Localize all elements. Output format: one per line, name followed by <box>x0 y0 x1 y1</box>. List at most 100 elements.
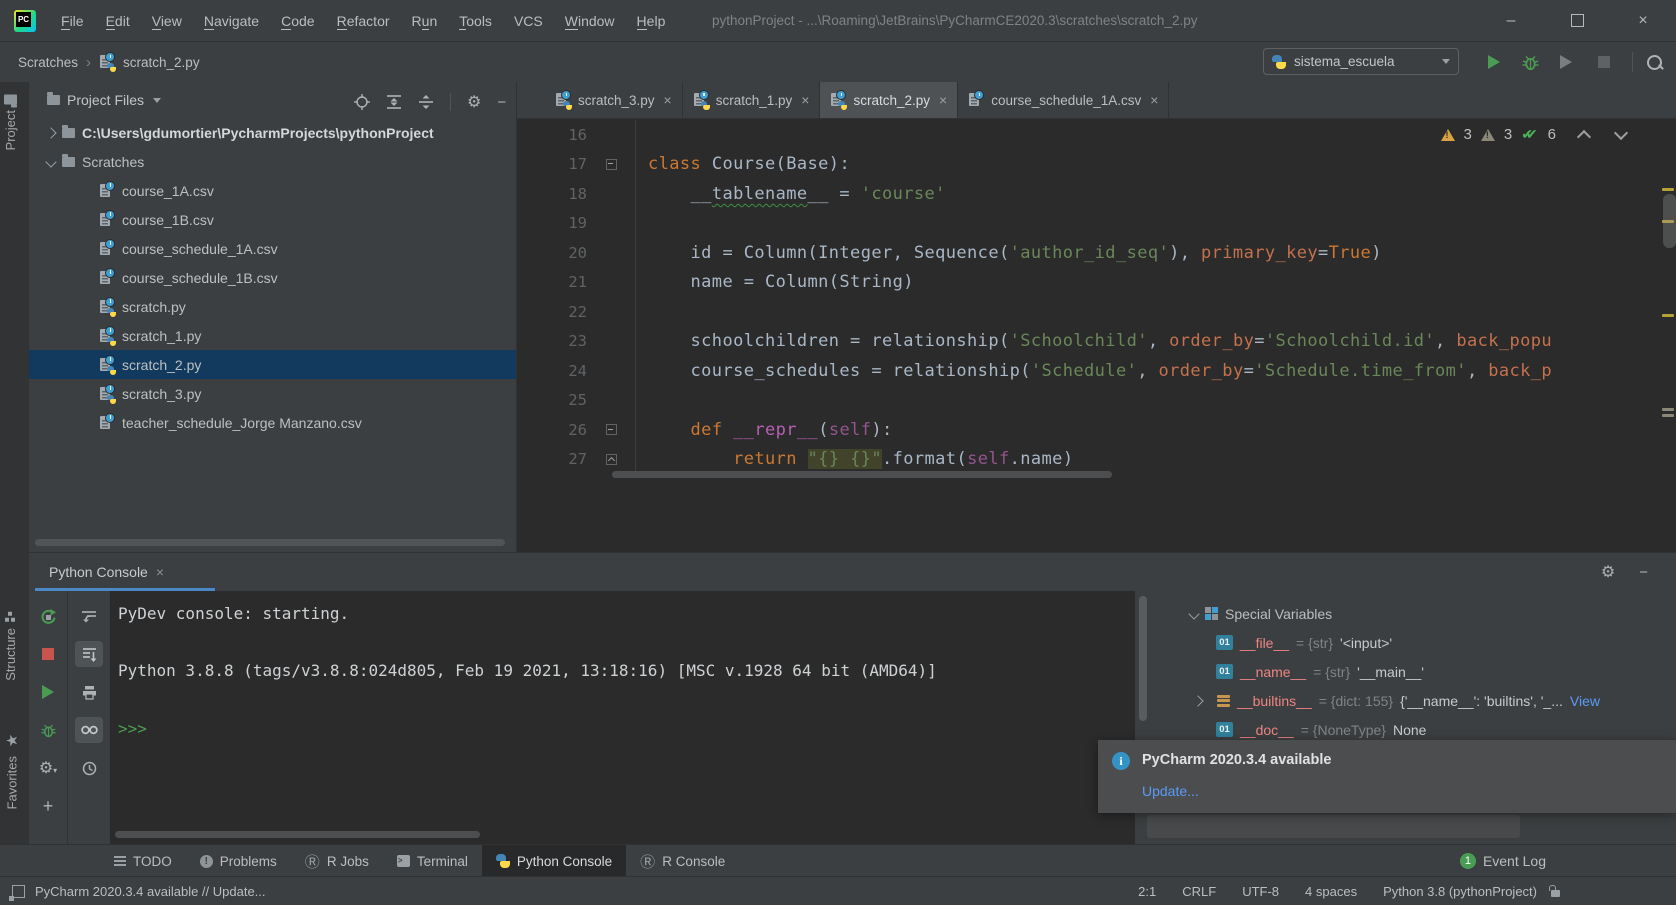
locate-button[interactable] <box>354 94 370 110</box>
restore-layout-icon[interactable] <box>9 884 25 901</box>
stripe-weak-mark[interactable] <box>1662 414 1674 417</box>
stripe-warning-mark[interactable] <box>1662 314 1674 317</box>
tree-file-course-1b-csv[interactable]: course_1B.csv <box>29 205 516 234</box>
tree-root-row[interactable]: C:\Users\gdumortier\PycharmProjects\pyth… <box>29 118 516 147</box>
status-caret-position[interactable]: 2:1 <box>1138 884 1156 899</box>
menu-refactor[interactable]: Refactor <box>328 9 399 33</box>
maximize-button[interactable] <box>1544 0 1610 41</box>
execute-button[interactable] <box>34 679 62 705</box>
code-line[interactable]: 22 <box>517 297 1658 327</box>
fold-marker-icon[interactable] <box>605 424 617 436</box>
run-button[interactable] <box>1482 50 1506 74</box>
editor-tab-scratch-1-py[interactable]: scratch_1.py × <box>683 82 821 118</box>
console-tab[interactable]: Python Console × <box>39 553 174 591</box>
close-icon[interactable]: × <box>939 92 947 108</box>
editor-tab-course-schedule-1a-csv[interactable]: course_schedule_1A.csv × <box>958 82 1170 118</box>
search-everywhere-button[interactable] <box>1642 50 1666 74</box>
stop-button[interactable] <box>1592 50 1616 74</box>
tool-window-button-python-console[interactable]: Python Console <box>481 845 627 877</box>
status-encoding[interactable]: UTF-8 <box>1242 884 1279 899</box>
console-settings-button[interactable]: ⚙▾ <box>34 755 62 781</box>
stripe-warning-mark[interactable] <box>1662 188 1674 191</box>
event-log-button[interactable]: 1 Event Log <box>1459 845 1676 877</box>
code-line[interactable]: 18 __tablename__ = 'course' <box>517 179 1658 209</box>
tree-file-course-1a-csv[interactable]: course_1A.csv <box>29 176 516 205</box>
tree-file-scratch-3-py[interactable]: scratch_3.py <box>29 379 516 408</box>
menu-run[interactable]: Run <box>403 9 447 33</box>
chevron-right-icon[interactable] <box>1192 694 1204 707</box>
tool-window-button-r-console[interactable]: Ⓡ R Console <box>626 845 739 877</box>
vertical-scrollbar[interactable] <box>1139 596 1147 721</box>
status-line-endings[interactable]: CRLF <box>1182 884 1216 899</box>
print-button[interactable] <box>75 679 103 705</box>
tree-file-scratch-1-py[interactable]: scratch_1.py <box>29 321 516 350</box>
collapse-all-button[interactable] <box>418 94 434 110</box>
run-with-coverage-button[interactable] <box>1554 50 1578 74</box>
editor-horizontal-scrollbar[interactable] <box>612 471 1112 478</box>
horizontal-scrollbar[interactable] <box>35 539 505 546</box>
breadcrumb-item[interactable]: Scratches <box>18 55 78 70</box>
new-console-button[interactable]: + <box>34 793 62 819</box>
view-link[interactable]: View <box>1570 693 1600 709</box>
code-line[interactable]: 21 name = Column(String) <box>517 267 1658 297</box>
variables-header-row[interactable]: Special Variables <box>1152 599 1676 628</box>
status-message[interactable]: PyCharm 2020.3.4 available // Update... <box>35 884 266 899</box>
editor-tab-scratch-2-py[interactable]: scratch_2.py × <box>820 82 959 118</box>
tree-file-course-schedule-1b-csv[interactable]: course_schedule_1B.csv <box>29 263 516 292</box>
menu-tools[interactable]: Tools <box>450 9 501 33</box>
tool-button-structure[interactable]: Structure <box>3 612 18 681</box>
debug-button[interactable] <box>1518 50 1542 74</box>
menu-vcs[interactable]: VCS <box>505 9 552 33</box>
settings-icon[interactable]: ⚙ <box>1601 562 1615 582</box>
update-notification[interactable]: i PyCharm 2020.3.4 available Update... <box>1098 740 1676 813</box>
attach-debugger-button[interactable] <box>34 717 62 743</box>
tool-button-project[interactable]: Project <box>3 94 18 150</box>
code-line[interactable]: 27 return "{} {}".format(self.name) <box>517 444 1658 474</box>
menu-edit[interactable]: Edit <box>97 9 139 33</box>
stop-console-button[interactable] <box>34 641 62 667</box>
tool-window-button-todo[interactable]: TODO <box>100 845 186 877</box>
code-line[interactable]: 23 schoolchildren = relationship('School… <box>517 326 1658 356</box>
tree-file-course-schedule-1a-csv[interactable]: course_schedule_1A.csv <box>29 234 516 263</box>
run-config-select[interactable]: sistema_escuela <box>1263 48 1459 75</box>
hide-panel-button[interactable]: − <box>497 94 506 111</box>
menu-file[interactable]: File <box>52 9 93 33</box>
tool-button-favorites[interactable]: Favorites ★ <box>3 732 21 809</box>
console-horizontal-scrollbar[interactable] <box>115 831 480 838</box>
stripe-weak-mark[interactable] <box>1662 408 1674 411</box>
menu-navigate[interactable]: Navigate <box>195 9 268 33</box>
fold-marker-icon[interactable] <box>605 453 617 465</box>
show-variables-button[interactable] <box>75 717 103 743</box>
minimize-button[interactable]: – <box>1478 0 1544 41</box>
settings-icon[interactable]: ⚙ <box>467 92 481 112</box>
code-line[interactable]: 20 id = Column(Integer, Sequence('author… <box>517 238 1658 268</box>
update-link[interactable]: Update... <box>1142 783 1199 799</box>
menu-window[interactable]: Window <box>556 9 624 33</box>
close-icon[interactable]: × <box>664 92 672 108</box>
history-button[interactable] <box>75 755 103 781</box>
tool-window-button-problems[interactable]: ! Problems <box>186 845 291 877</box>
editor-vertical-scrollbar[interactable] <box>1663 194 1676 248</box>
close-button[interactable]: × <box>1610 0 1676 41</box>
code-line[interactable]: 17 class Course(Base): <box>517 149 1658 179</box>
hide-panel-button[interactable]: − <box>1639 564 1648 581</box>
close-icon[interactable]: × <box>156 564 164 580</box>
fold-marker-icon[interactable] <box>605 158 617 170</box>
code-line[interactable]: 24 course_schedules = relationship('Sche… <box>517 356 1658 386</box>
unlock-icon[interactable] <box>1549 884 1560 897</box>
variable-row[interactable]: 01 __name__ = {str} '__main__' <box>1152 657 1676 686</box>
tree-file-scratch-py[interactable]: scratch.py <box>29 292 516 321</box>
code-line[interactable]: 16 <box>517 120 1658 150</box>
console-output[interactable]: PyDev console: starting. Python 3.8.8 (ta… <box>110 591 1164 846</box>
code-view[interactable]: 16 17 class Course(Base): 18 __tablename__ … <box>517 120 1658 474</box>
variable-row[interactable]: __builtins__ = {dict: 155} {'__name__': 'b… <box>1152 686 1676 715</box>
breadcrumb-item[interactable]: scratch_2.py <box>123 55 200 70</box>
tool-window-button-r-jobs[interactable]: Ⓡ R Jobs <box>291 845 383 877</box>
tree-file-scratch-2-py[interactable]: scratch_2.py <box>29 350 516 379</box>
code-line[interactable]: 26 def __repr__(self): <box>517 415 1658 445</box>
tree-file-teacher-schedule-jorge-manzano-csv[interactable]: teacher_schedule_Jorge Manzano.csv <box>29 408 516 437</box>
status-python-interpreter[interactable]: Python 3.8 (pythonProject) <box>1383 884 1537 899</box>
status-indent-style[interactable]: 4 spaces <box>1305 884 1357 899</box>
menu-view[interactable]: View <box>143 9 191 33</box>
menu-help[interactable]: Help <box>628 9 675 33</box>
